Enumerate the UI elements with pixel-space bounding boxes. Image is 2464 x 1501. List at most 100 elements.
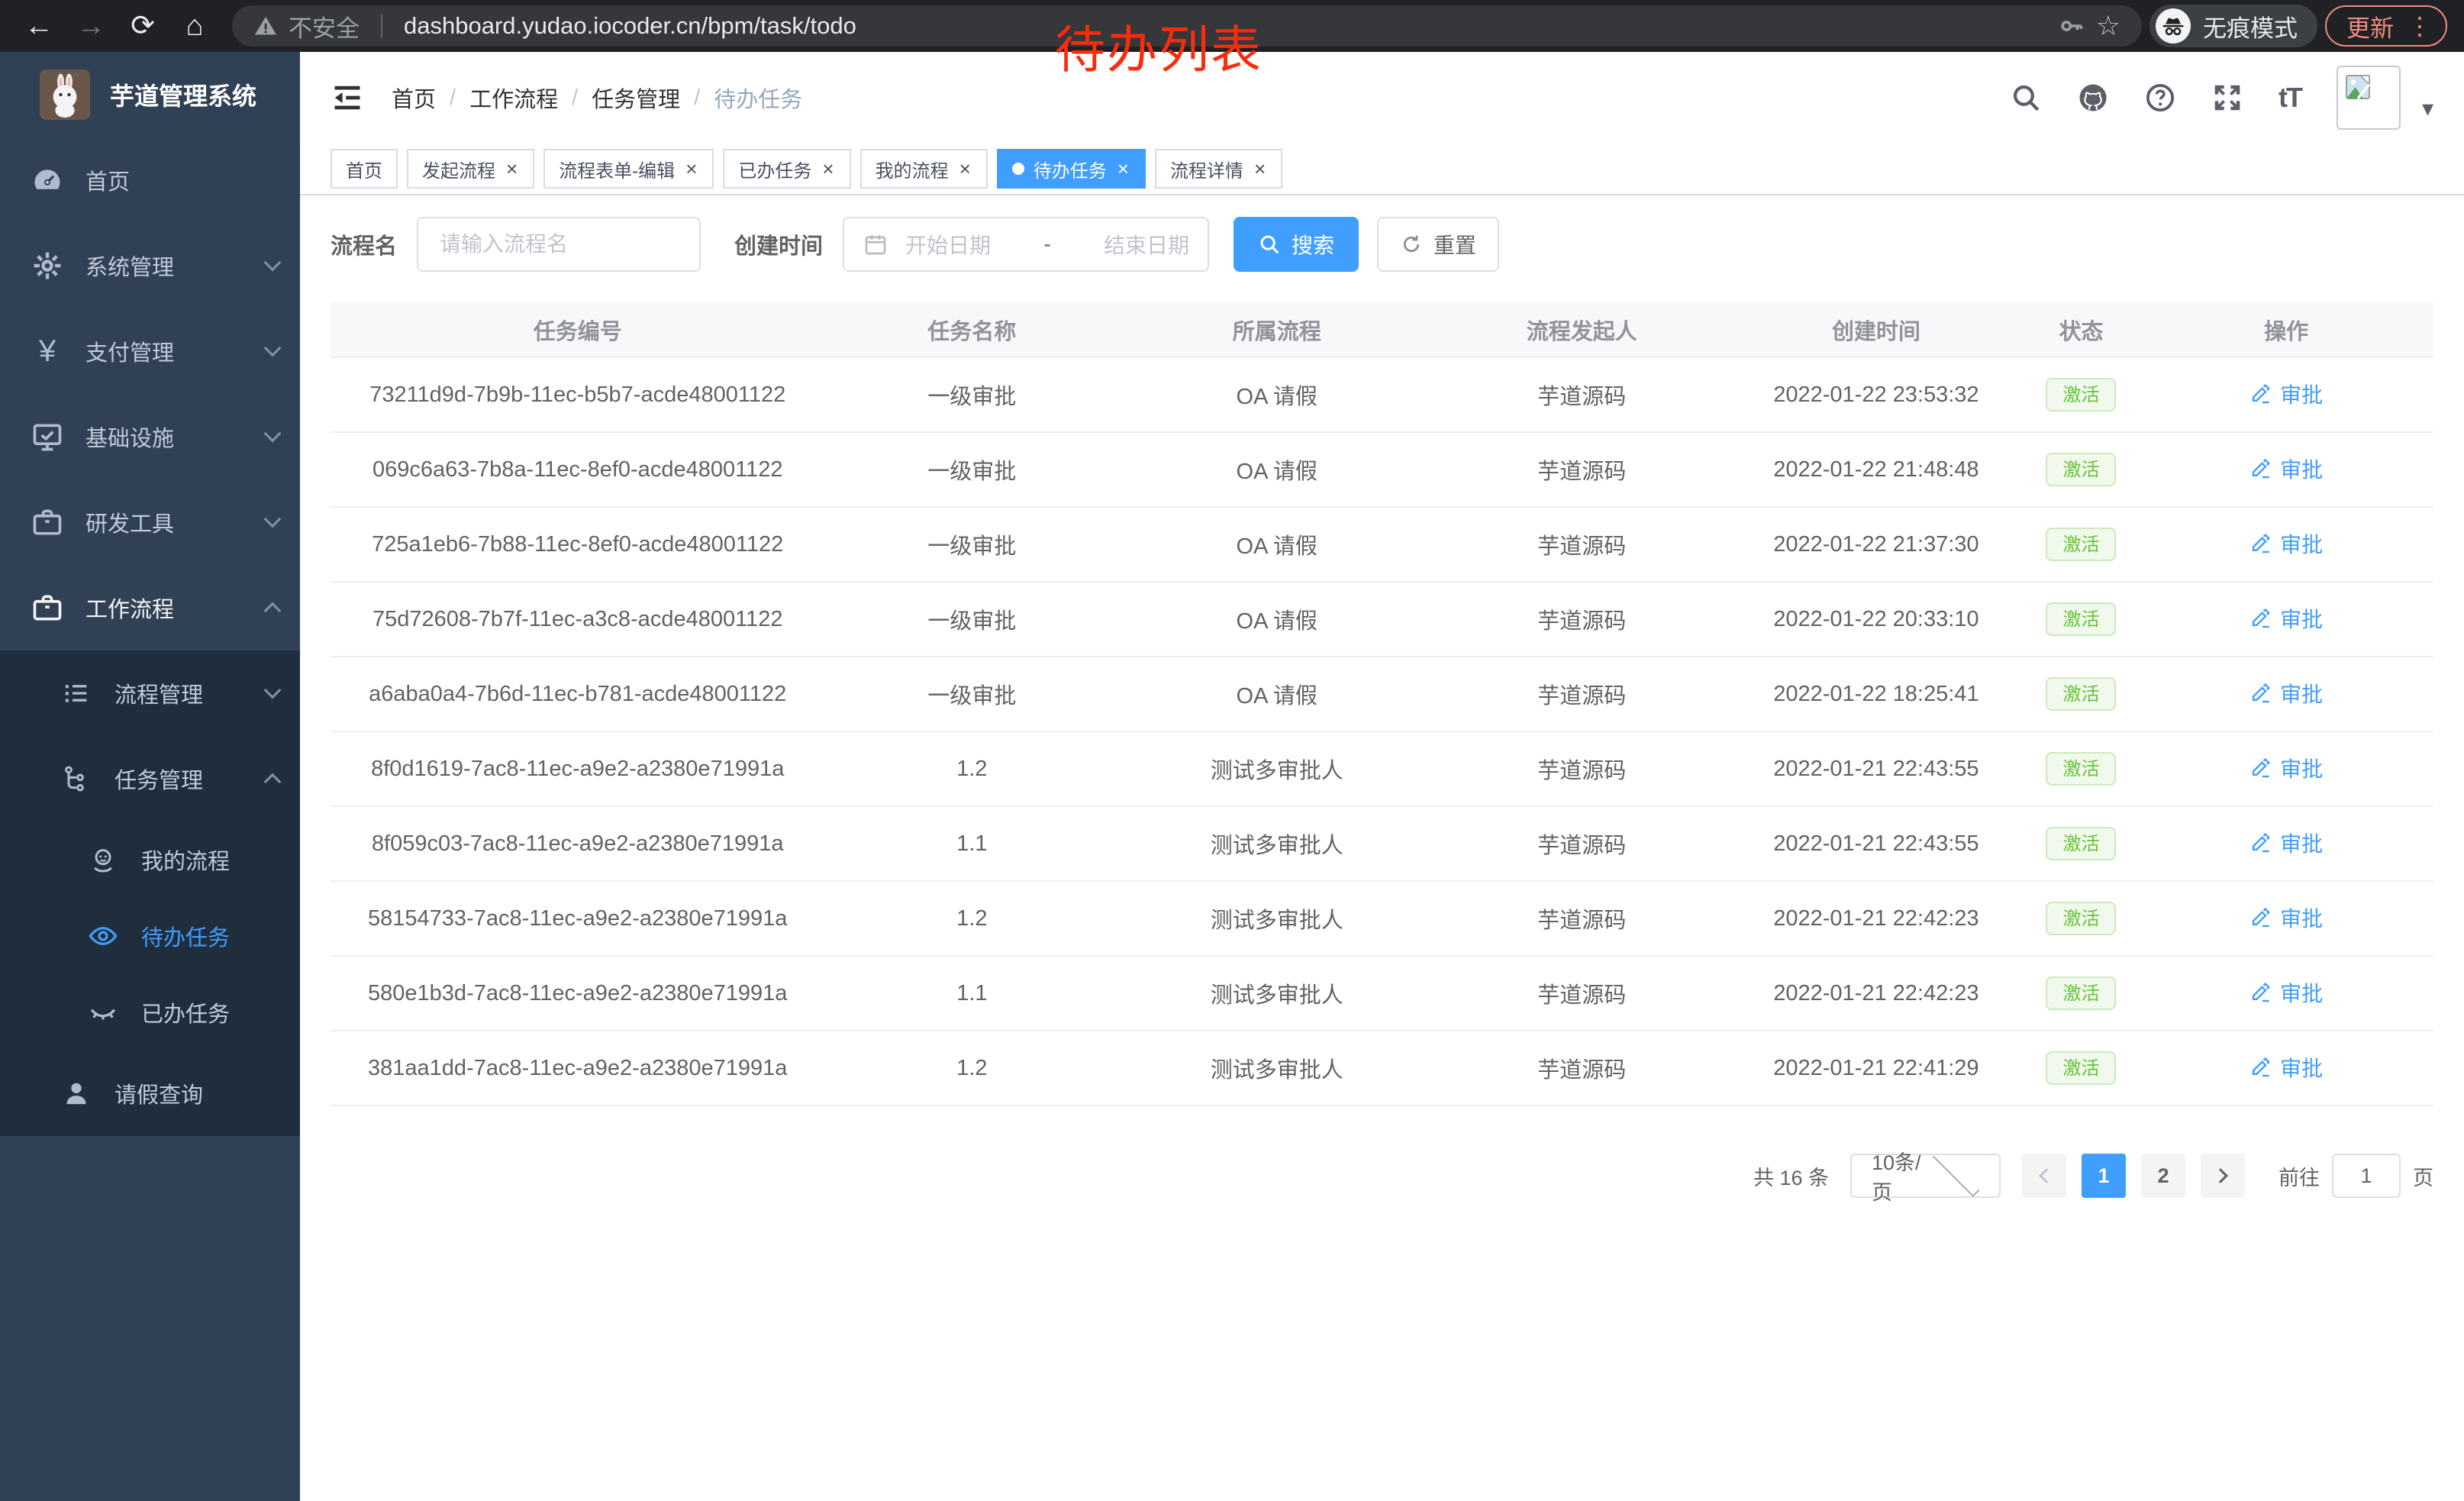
close-icon[interactable]: × — [684, 159, 698, 179]
chevron-down-icon — [264, 254, 282, 272]
process-name-input[interactable] — [417, 217, 701, 272]
approve-link[interactable]: 审批 — [2250, 678, 2323, 709]
tab-label: 已办任务 — [738, 156, 811, 182]
avatar-caret-icon[interactable]: ▾ — [2422, 95, 2433, 130]
sidebar-fold-icon[interactable] — [331, 81, 364, 115]
close-icon[interactable]: × — [1253, 159, 1267, 179]
status-cell: 激活 — [2024, 956, 2140, 1031]
tab-start-process[interactable]: 发起流程 × — [407, 149, 534, 189]
url-text[interactable]: dashboard.yudao.iocoder.cn/bpm/task/todo — [404, 12, 856, 40]
goto-page-input[interactable] — [2332, 1154, 2401, 1198]
security-label[interactable]: 不安全 — [289, 9, 360, 44]
github-icon[interactable] — [2077, 82, 2109, 114]
tab-home[interactable]: 首页 — [331, 149, 398, 189]
page-1-button[interactable]: 1 — [2082, 1154, 2126, 1198]
sidebar-item-done-tasks[interactable]: 已办任务 — [0, 974, 300, 1051]
process-cell: OA 请假 — [1119, 432, 1434, 507]
task-id-cell: 73211d9d-7b9b-11ec-b5b7-acde48001122 — [331, 357, 824, 432]
start-date-placeholder[interactable]: 开始日期 — [905, 229, 991, 260]
approve-label: 审批 — [2280, 454, 2323, 484]
tab-label: 我的流程 — [876, 156, 949, 182]
approve-link[interactable]: 审批 — [2250, 828, 2323, 858]
browser-menu-icon[interactable]: ⋮ — [2408, 11, 2432, 40]
reset-button[interactable]: 重置 — [1377, 217, 1499, 272]
help-icon[interactable] — [2144, 82, 2176, 114]
starter-cell: 芋道源码 — [1434, 432, 1729, 507]
process-cell: OA 请假 — [1119, 657, 1434, 731]
avatar[interactable] — [2337, 66, 2401, 130]
close-icon[interactable]: × — [505, 159, 519, 179]
edit-pencil-icon — [2250, 383, 2272, 405]
sidebar-item-infrastructure[interactable]: 基础设施 — [0, 394, 300, 479]
dashboard-icon — [31, 163, 64, 197]
broken-image-icon — [2343, 72, 2373, 102]
create-time-cell: 2022-01-21 22:42:23 — [1729, 881, 2024, 956]
process-name-label: 流程名 — [331, 228, 397, 260]
briefcase-icon — [31, 591, 64, 625]
page-2-button[interactable]: 2 — [2141, 1154, 2185, 1198]
update-label: 更新 — [2346, 9, 2394, 44]
sidebar-item-payment[interactable]: ¥ 支付管理 — [0, 308, 300, 394]
task-name-cell: 一级审批 — [824, 357, 1119, 432]
key-icon[interactable] — [2058, 12, 2085, 40]
bookmark-star-icon[interactable]: ☆ — [2096, 10, 2121, 42]
sidebar-item-task-management[interactable]: 任务管理 — [0, 736, 300, 822]
page-size-select[interactable]: 10条/页 — [1850, 1154, 2001, 1198]
sidebar-item-home[interactable]: 首页 — [0, 137, 300, 223]
sidebar-item-my-processes[interactable]: 我的流程 — [0, 822, 300, 898]
approve-link[interactable]: 审批 — [2250, 1052, 2323, 1083]
close-icon[interactable]: × — [821, 159, 835, 179]
browser-reload-icon[interactable]: ⟳ — [121, 0, 165, 52]
tab-todo-tasks[interactable]: 待办任务 × — [997, 149, 1146, 189]
browser-home-icon[interactable]: ⌂ — [173, 0, 217, 52]
approve-link[interactable]: 审批 — [2250, 454, 2323, 484]
close-icon[interactable]: × — [1116, 159, 1130, 179]
sidebar-item-process-management[interactable]: 流程管理 — [0, 650, 300, 736]
actions-cell: 审批 — [2139, 507, 2433, 582]
search-button[interactable]: 搜索 — [1234, 217, 1359, 272]
close-icon[interactable]: × — [958, 159, 972, 179]
monitor-icon — [31, 420, 64, 454]
approve-link[interactable]: 审批 — [2250, 977, 2323, 1008]
chevron-down-icon — [264, 425, 282, 443]
font-size-icon[interactable]: tT — [2279, 82, 2301, 114]
breadcrumb-current: 待办任务 — [714, 82, 802, 114]
tab-process-form-edit[interactable]: 流程表单-编辑 × — [543, 149, 714, 189]
breadcrumb-separator: / — [572, 86, 578, 111]
tab-my-processes[interactable]: 我的流程 × — [860, 149, 988, 189]
tab-label: 发起流程 — [422, 156, 495, 182]
approve-link[interactable]: 审批 — [2250, 603, 2323, 634]
approve-link[interactable]: 审批 — [2250, 902, 2323, 933]
chevron-down-icon — [264, 682, 282, 699]
chevron-up-icon — [264, 773, 282, 791]
sidebar-item-workflow[interactable]: 工作流程 — [0, 565, 300, 650]
chevron-up-icon — [264, 602, 282, 620]
table-row: 73211d9d-7b9b-11ec-b5b7-acde48001122 一级审… — [331, 357, 2433, 432]
actions-cell: 审批 — [2139, 731, 2433, 806]
approve-link[interactable]: 审批 — [2250, 528, 2323, 559]
browser-forward-icon[interactable]: → — [69, 0, 113, 52]
sidebar-item-leave-query[interactable]: 请假查询 — [0, 1051, 300, 1136]
filter-form: 流程名 创建时间 开始日期 - 结束日期 — [331, 217, 2433, 272]
breadcrumb-workflow[interactable]: 工作流程 — [469, 82, 558, 114]
create-time-range-picker[interactable]: 开始日期 - 结束日期 — [843, 217, 1209, 272]
browser-back-icon[interactable]: ← — [17, 0, 61, 52]
breadcrumb-task-management[interactable]: 任务管理 — [592, 82, 680, 114]
actions-cell: 审批 — [2139, 582, 2433, 657]
create-time-cell: 2022-01-21 22:43:55 — [1729, 731, 2024, 806]
approve-link[interactable]: 审批 — [2250, 753, 2323, 783]
sidebar-item-todo-tasks[interactable]: 待办任务 — [0, 898, 300, 974]
browser-update-button[interactable]: 更新 ⋮ — [2325, 5, 2447, 47]
tab-process-detail[interactable]: 流程详情 × — [1155, 149, 1282, 189]
starter-cell: 芋道源码 — [1434, 1031, 1729, 1106]
sidebar-item-devtools[interactable]: 研发工具 — [0, 479, 300, 565]
search-icon[interactable] — [2010, 82, 2042, 114]
tab-done-tasks[interactable]: 已办任务 × — [723, 149, 850, 189]
breadcrumb-home[interactable]: 首页 — [392, 82, 436, 114]
approve-link[interactable]: 审批 — [2250, 379, 2323, 409]
end-date-placeholder[interactable]: 结束日期 — [1104, 229, 1189, 260]
sidebar-item-system[interactable]: 系统管理 — [0, 223, 300, 308]
prev-page-button[interactable] — [2022, 1154, 2066, 1198]
fullscreen-icon[interactable] — [2211, 82, 2243, 114]
next-page-button[interactable] — [2201, 1154, 2245, 1198]
